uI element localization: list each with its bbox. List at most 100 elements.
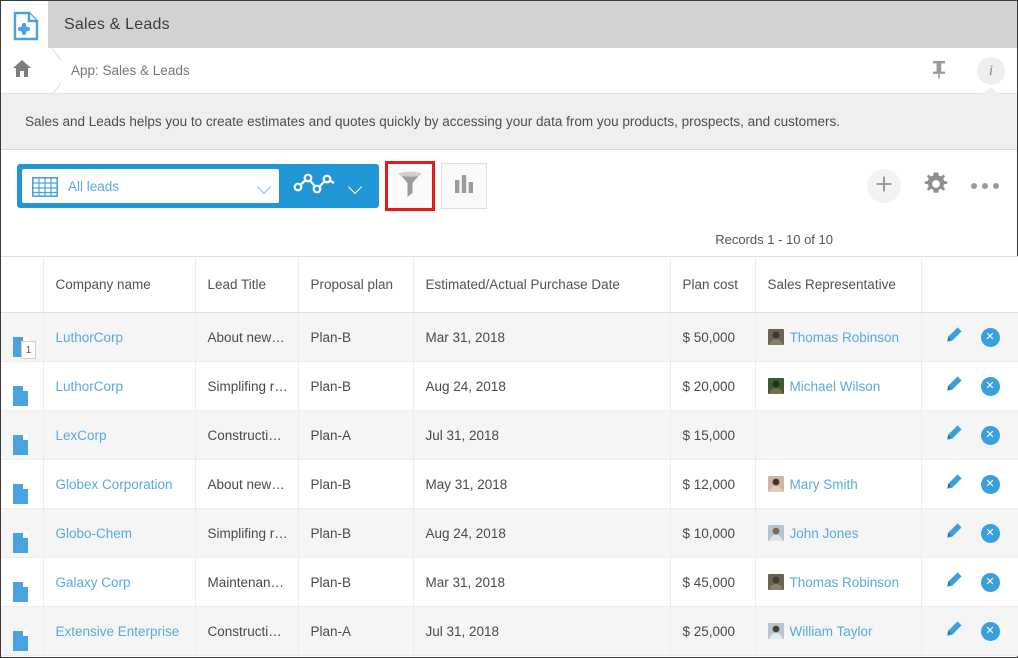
cell-actions: ✕	[921, 558, 1018, 607]
info-pointer	[982, 87, 1000, 95]
table-row[interactable]: Galaxy CorpMaintenan…Plan-BMar 31, 2018$…	[1, 558, 1018, 607]
edit-record-button[interactable]	[944, 326, 963, 348]
view-dropdown[interactable]: All leads	[22, 169, 279, 203]
edit-record-button[interactable]	[944, 424, 963, 446]
column-header-company-name[interactable]: Company name	[43, 257, 195, 313]
cell-lead-title: Constructi…	[195, 607, 298, 656]
record-count-badge: 1	[21, 341, 36, 359]
settings-button[interactable]	[923, 171, 949, 202]
gear-icon	[923, 184, 949, 201]
column-header-actions	[921, 257, 1018, 313]
delete-record-button[interactable]: ✕	[981, 622, 1000, 641]
row-document-cell[interactable]	[1, 460, 43, 509]
chevron-down-icon[interactable]	[349, 182, 362, 190]
column-header-purchase-date[interactable]: Estimated/Actual Purchase Date	[413, 257, 670, 313]
cell-plan-cost: $ 50,000	[670, 313, 755, 362]
app-icon-container[interactable]	[1, 1, 48, 48]
edit-record-button[interactable]	[944, 473, 963, 495]
cell-sales-representative: Michael Wilson	[755, 362, 921, 411]
cell-proposal-plan: Plan-B	[298, 313, 413, 362]
delete-record-button[interactable]: ✕	[981, 573, 1000, 592]
chevron-down-icon[interactable]	[258, 182, 271, 190]
pin-button[interactable]	[913, 59, 965, 84]
delete-record-button[interactable]: ✕	[981, 524, 1000, 543]
table-row[interactable]: Extensive EnterpriseConstructi…Plan-AJul…	[1, 607, 1018, 656]
edit-record-button[interactable]	[944, 571, 963, 593]
sales-rep-cell[interactable]: John Jones	[768, 525, 909, 541]
app-description-text: Sales and Leads helps you to create esti…	[25, 114, 840, 129]
sales-rep-name[interactable]: Michael Wilson	[790, 379, 881, 394]
filter-button[interactable]	[387, 163, 433, 209]
table-row[interactable]: LexCorpConstructi…Plan-AJul 31, 2018$ 15…	[1, 411, 1018, 460]
row-document-cell[interactable]	[1, 509, 43, 558]
breadcrumb-separator	[39, 48, 61, 94]
add-record-button[interactable]	[867, 169, 901, 203]
row-document-cell[interactable]	[1, 411, 43, 460]
cell-actions: ✕	[921, 362, 1018, 411]
sales-rep-cell[interactable]: Thomas Robinson	[768, 574, 909, 590]
sales-rep-name[interactable]: Thomas Robinson	[790, 330, 900, 345]
edit-record-button[interactable]	[944, 620, 963, 642]
sales-rep-cell[interactable]: Mary Smith	[768, 476, 909, 492]
cell-actions: ✕	[921, 607, 1018, 656]
cell-plan-cost: $ 15,000	[670, 411, 755, 460]
table-row[interactable]: Globex CorporationAbout new…Plan-BMay 31…	[1, 460, 1018, 509]
cell-company-name[interactable]: Galaxy Corp	[43, 558, 195, 607]
row-document-cell[interactable]: 1	[1, 313, 43, 362]
sales-rep-cell[interactable]: Thomas Robinson	[768, 329, 909, 345]
company-name-link[interactable]: LuthorCorp	[56, 330, 124, 345]
company-name-link[interactable]: Globo-Chem	[56, 526, 133, 541]
breadcrumb-current[interactable]: App: Sales & Leads	[61, 63, 190, 78]
column-header-lead-title[interactable]: Lead Title	[195, 257, 298, 313]
row-document-cell[interactable]	[1, 607, 43, 656]
cell-company-name[interactable]: Globo-Chem	[43, 509, 195, 558]
column-header-proposal-plan[interactable]: Proposal plan	[298, 257, 413, 313]
delete-record-button[interactable]: ✕	[981, 426, 1000, 445]
cell-plan-cost: $ 10,000	[670, 509, 755, 558]
company-name-link[interactable]: Extensive Enterprise	[56, 624, 180, 639]
table-row[interactable]: LuthorCorpSimplifing r…Plan-BAug 24, 201…	[1, 362, 1018, 411]
sales-rep-cell[interactable]: Michael Wilson	[768, 378, 909, 394]
cell-purchase-date: May 31, 2018	[413, 460, 670, 509]
delete-record-button[interactable]: ✕	[981, 328, 1000, 347]
delete-record-button[interactable]: ✕	[981, 475, 1000, 494]
info-button[interactable]: i	[965, 48, 1017, 94]
more-options-button[interactable]	[971, 183, 999, 189]
sales-rep-cell[interactable]: William Taylor	[768, 623, 909, 639]
line-graph-icon	[293, 171, 339, 202]
pin-icon	[930, 59, 948, 84]
cell-company-name[interactable]: LuthorCorp	[43, 362, 195, 411]
pencil-edit-icon	[944, 473, 963, 492]
chart-button[interactable]	[441, 163, 487, 209]
column-header-plan-cost[interactable]: Plan cost	[670, 257, 755, 313]
cell-company-name[interactable]: Globex Corporation	[43, 460, 195, 509]
row-document-cell[interactable]	[1, 558, 43, 607]
delete-record-button[interactable]: ✕	[981, 377, 1000, 396]
cell-company-name[interactable]: LexCorp	[43, 411, 195, 460]
company-name-link[interactable]: Globex Corporation	[56, 477, 173, 492]
home-button[interactable]	[1, 59, 39, 83]
sales-rep-name[interactable]: John Jones	[790, 526, 859, 541]
application-window: Sales & Leads App: Sales & Leads	[0, 0, 1018, 658]
sales-rep-name[interactable]: Thomas Robinson	[790, 575, 900, 590]
edit-record-button[interactable]	[944, 522, 963, 544]
cell-company-name[interactable]: LuthorCorp	[43, 313, 195, 362]
app-title: Sales & Leads	[64, 16, 170, 34]
sales-rep-name[interactable]: William Taylor	[790, 624, 873, 639]
records-table: Company name Lead Title Proposal plan Es…	[1, 256, 1018, 656]
cell-proposal-plan: Plan-B	[298, 558, 413, 607]
company-name-link[interactable]: LuthorCorp	[56, 379, 124, 394]
edit-record-button[interactable]	[944, 375, 963, 397]
sales-rep-name[interactable]: Mary Smith	[790, 477, 858, 492]
table-header: Company name Lead Title Proposal plan Es…	[1, 257, 1018, 313]
row-document-cell[interactable]	[1, 362, 43, 411]
table-grid-icon	[32, 177, 58, 196]
cell-company-name[interactable]: Extensive Enterprise	[43, 607, 195, 656]
graph-view-button[interactable]	[279, 171, 374, 202]
table-row[interactable]: 1LuthorCorpAbout new…Plan-BMar 31, 2018$…	[1, 313, 1018, 362]
table-row[interactable]: Globo-ChemSimplifing r…Plan-BAug 24, 201…	[1, 509, 1018, 558]
company-name-link[interactable]: LexCorp	[56, 428, 107, 443]
company-name-link[interactable]: Galaxy Corp	[56, 575, 131, 590]
view-selector[interactable]: All leads	[17, 164, 379, 208]
column-header-sales-representative[interactable]: Sales Representative	[755, 257, 921, 313]
